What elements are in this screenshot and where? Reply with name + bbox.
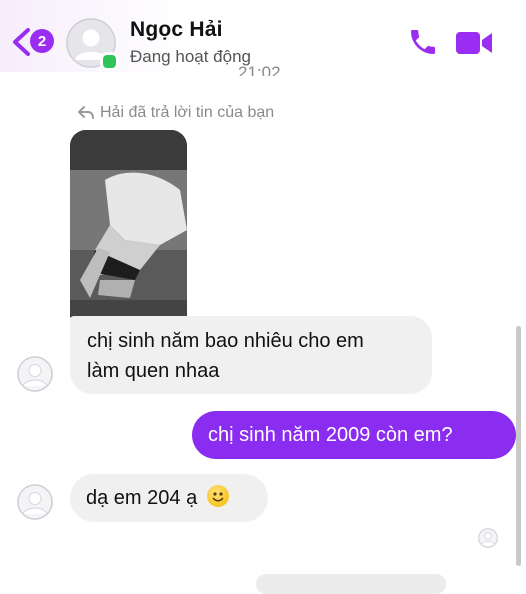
- replied-photo[interactable]: [70, 130, 187, 320]
- default-avatar-icon: [17, 356, 53, 392]
- contact-avatar-small[interactable]: [17, 356, 53, 392]
- photo-image: [70, 130, 187, 320]
- message-text-line: làm quen nhaa: [87, 360, 220, 382]
- unread-count-badge: 2: [30, 29, 54, 53]
- video-camera-icon[interactable]: [454, 28, 494, 58]
- message-text-line: chị sinh năm bao nhiêu cho em: [87, 330, 364, 352]
- message-text: chị sinh năm 2009 còn em?: [208, 424, 453, 446]
- contact-avatar-small[interactable]: [17, 484, 53, 520]
- message-text: dạ em 204 ạ: [86, 487, 198, 509]
- phone-icon[interactable]: [407, 26, 439, 58]
- default-avatar-icon: [17, 484, 53, 520]
- reply-note-text: Hải đã trả lời tin của bạn: [100, 104, 275, 121]
- smiley-emoji-icon: [206, 485, 229, 507]
- outgoing-message-bubble[interactable]: chị sinh năm 2009 còn em?: [192, 411, 516, 459]
- contact-name[interactable]: Ngọc Hải: [130, 18, 223, 42]
- default-avatar-icon: [478, 528, 498, 548]
- contact-status: Đang hoạt động: [130, 47, 251, 66]
- incoming-message-bubble[interactable]: chị sinh năm bao nhiêu cho em làm quen n…: [70, 316, 432, 394]
- back-button[interactable]: 2: [10, 26, 58, 58]
- incoming-message-bubble[interactable]: dạ em 204 ạ: [70, 474, 268, 522]
- reply-indicator: Hải đã trả lời tin của bạn: [78, 104, 274, 122]
- message-timestamp: 21:02: [238, 63, 281, 76]
- online-status-indicator: [100, 52, 119, 71]
- reply-arrow-icon: [78, 106, 94, 119]
- partial-message-bubble: [256, 574, 446, 594]
- seen-indicator-avatar: [478, 528, 498, 548]
- scrollbar[interactable]: [516, 326, 521, 566]
